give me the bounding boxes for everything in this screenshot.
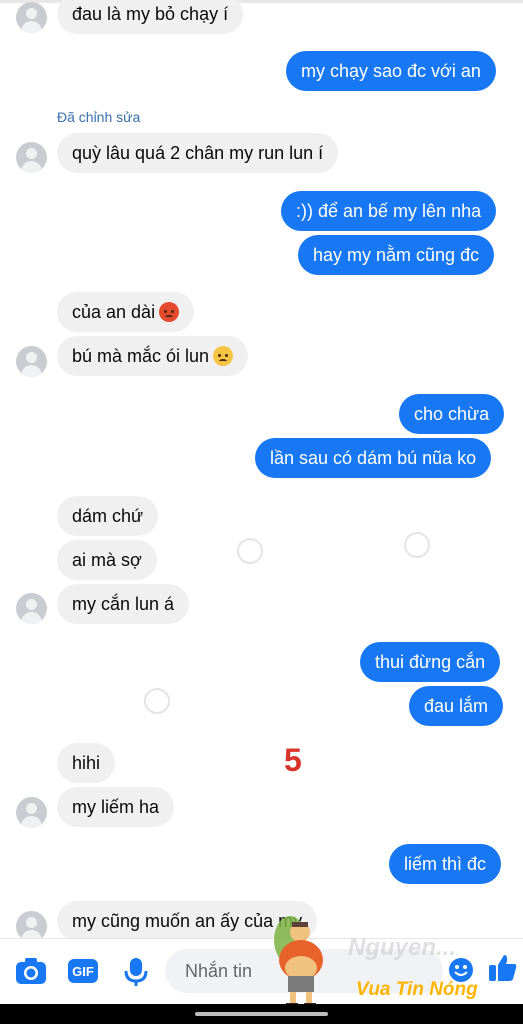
message-incoming[interactable]: ai mà sợ	[57, 540, 157, 580]
message-outgoing[interactable]: đau lắm	[409, 686, 504, 726]
circle-marker	[144, 688, 170, 714]
sad-emoji-icon	[213, 346, 234, 366]
message-incoming[interactable]: my liếm ha	[57, 787, 175, 827]
message-incoming[interactable]: quỳ lâu quá 2 chân my run lun í	[57, 133, 339, 173]
svg-text:GIF: GIF	[72, 964, 94, 979]
message-incoming[interactable]: đau là my bỏ chạy í	[57, 0, 244, 34]
edited-label: Đã chỉnh sửa	[57, 109, 141, 125]
circle-marker	[404, 532, 430, 558]
avatar[interactable]	[16, 2, 47, 33]
message-outgoing[interactable]: cho chừa	[399, 394, 505, 434]
message-outgoing[interactable]: my chạy sao đc với an	[286, 51, 496, 91]
circle-marker	[237, 538, 263, 564]
avatar[interactable]	[16, 142, 47, 173]
avatar[interactable]	[16, 797, 47, 828]
message-text: của an dài	[72, 302, 156, 322]
home-handle[interactable]	[195, 1012, 328, 1016]
avatar[interactable]	[16, 593, 47, 624]
message-outgoing[interactable]: :)) để an bế my lên nha	[281, 191, 497, 231]
camera-icon[interactable]	[15, 957, 47, 990]
message-incoming[interactable]: của an dài	[57, 292, 195, 332]
watermark-faded-text: Nguyen...	[348, 934, 457, 961]
message-text: bú mà mắc ói lun	[72, 346, 210, 366]
microphone-icon[interactable]	[123, 957, 149, 992]
message-incoming[interactable]: bú mà mắc ói lun	[57, 336, 249, 376]
message-outgoing[interactable]: hay my nằm cũng đc	[298, 235, 495, 275]
message-incoming[interactable]: my cắn lun á	[57, 584, 190, 624]
mascot-icon	[274, 916, 323, 1007]
message-incoming[interactable]: dám chứ	[57, 496, 159, 536]
overlay-number: 5	[284, 742, 302, 778]
angry-emoji-icon	[159, 302, 180, 322]
gif-icon[interactable]: GIF	[67, 957, 99, 990]
watermark: Nguyen... Vua Tin Nóng	[268, 910, 518, 1010]
system-nav-bar	[0, 1004, 523, 1024]
avatar[interactable]	[16, 346, 47, 377]
message-outgoing[interactable]: thui đừng cắn	[360, 642, 501, 682]
message-outgoing[interactable]: liếm thì đc	[389, 844, 502, 884]
message-outgoing[interactable]: lần sau có dám bú nũa ko	[255, 438, 492, 478]
watermark-brand: Vua Tin Nóng	[356, 979, 478, 1000]
message-incoming[interactable]: hihi	[57, 743, 116, 783]
